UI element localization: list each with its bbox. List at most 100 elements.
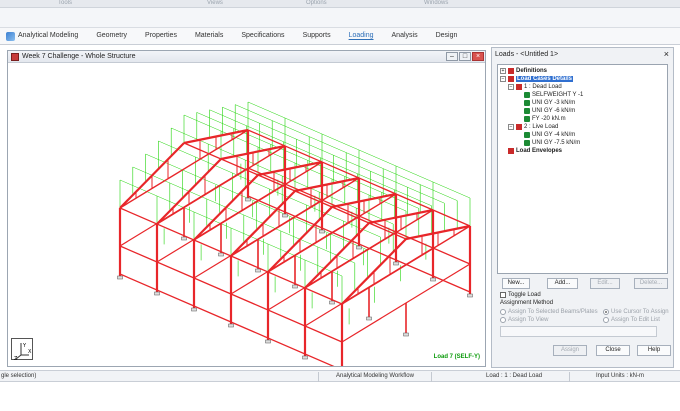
tab-properties[interactable]: Properties bbox=[136, 27, 186, 45]
support-node[interactable] bbox=[356, 245, 362, 250]
support-node[interactable] bbox=[282, 213, 288, 218]
active-load-label: Load 7 (SELF-Y) bbox=[433, 354, 480, 360]
tree-definitions[interactable]: + Definitions bbox=[500, 68, 547, 74]
tab-analysis[interactable]: Analysis bbox=[383, 27, 427, 45]
axis-triad: Y X Z bbox=[11, 338, 33, 362]
collapse-icon[interactable]: − bbox=[508, 84, 514, 90]
support-node[interactable] bbox=[329, 300, 335, 305]
use-cursor-radio[interactable]: Use Cursor To Assign bbox=[603, 309, 669, 315]
menu-windows[interactable]: Windows bbox=[424, 0, 448, 6]
assign-button[interactable]: Assign bbox=[553, 345, 587, 356]
new-button[interactable]: New... bbox=[502, 278, 530, 289]
support-node[interactable] bbox=[181, 236, 187, 241]
edit-button[interactable]: Edit... bbox=[590, 278, 620, 289]
tab-loading[interactable]: Loading bbox=[340, 27, 383, 45]
tree-case-live-load[interactable]: − 2 : Live Load bbox=[508, 124, 558, 130]
assign-edit-list-label: Assign To Edit List bbox=[611, 317, 660, 323]
support-node[interactable] bbox=[430, 277, 436, 282]
assign-edit-list-radio[interactable]: Assign To Edit List bbox=[603, 317, 660, 323]
tree-load-envelopes[interactable]: Load Envelopes bbox=[508, 148, 562, 154]
tree-load-item[interactable]: UNI GY -4 kN/m bbox=[524, 132, 575, 138]
support-node[interactable] bbox=[265, 339, 271, 344]
support-node[interactable] bbox=[292, 284, 298, 289]
expand-icon[interactable]: + bbox=[500, 68, 506, 74]
load-item-label: UNI GY -3 kN/m bbox=[532, 100, 576, 106]
collapse-icon[interactable]: − bbox=[508, 124, 514, 130]
radio-icon[interactable] bbox=[603, 309, 609, 315]
tree-load-item[interactable]: FY -20 kN.m bbox=[524, 116, 566, 122]
assign-selected-label: Assign To Selected Beams/Plates bbox=[508, 309, 598, 315]
load-item-icon bbox=[524, 116, 530, 122]
help-button[interactable]: Help bbox=[637, 345, 671, 356]
assign-view-radio[interactable]: Assign To View bbox=[500, 317, 548, 323]
tab-design[interactable]: Design bbox=[427, 27, 467, 45]
toggle-load-checkbox[interactable]: Toggle Load bbox=[500, 292, 541, 298]
assign-selected-radio[interactable]: Assign To Selected Beams/Plates bbox=[500, 309, 598, 315]
toggle-load-label: Toggle Load bbox=[508, 292, 541, 298]
tree-load-item[interactable]: UNI GY -7.5 kN/m bbox=[524, 140, 580, 146]
add-button[interactable]: Add... bbox=[547, 278, 578, 289]
tab-materials[interactable]: Materials bbox=[186, 27, 232, 45]
support-node[interactable] bbox=[228, 323, 234, 328]
radio-icon[interactable] bbox=[603, 317, 609, 323]
support-node[interactable] bbox=[366, 316, 372, 321]
status-bar: gle selection) Analytical Modeling Workf… bbox=[0, 370, 680, 382]
support-node[interactable] bbox=[245, 197, 251, 202]
load-item-icon bbox=[524, 92, 530, 98]
tree-load-cases-label: Load Cases Details bbox=[516, 76, 574, 82]
folder-icon bbox=[508, 68, 514, 74]
tree-load-item[interactable]: SELFWEIGHT Y -1 bbox=[524, 92, 583, 98]
support-node[interactable] bbox=[218, 252, 224, 257]
edit-list-field[interactable] bbox=[500, 326, 657, 337]
axis-z-label: Z bbox=[14, 356, 18, 361]
load-tree[interactable]: + Definitions − Load Cases Details − 1 :… bbox=[497, 64, 668, 274]
loads-panel-title: Loads - <Untitled 1> bbox=[495, 50, 559, 58]
tree-case2-label: 2 : Live Load bbox=[524, 124, 559, 130]
load-item-icon bbox=[524, 132, 530, 138]
assignment-method-label: Assignment Method bbox=[500, 300, 554, 306]
collapse-icon[interactable]: − bbox=[500, 76, 506, 82]
tree-load-item[interactable]: UNI GY -3 kN/m bbox=[524, 100, 575, 106]
structure-viewport[interactable] bbox=[8, 63, 485, 366]
support-node[interactable] bbox=[191, 307, 197, 312]
menu-tools[interactable]: Tools bbox=[58, 0, 72, 6]
menu-views[interactable]: Views bbox=[207, 0, 223, 6]
load-line[interactable] bbox=[222, 106, 445, 204]
ribbon-tabs: Analytical Modeling Geometry Properties … bbox=[0, 27, 680, 45]
support-node[interactable] bbox=[403, 332, 409, 337]
load-item-label: UNI GY -6 kN/m bbox=[532, 108, 576, 114]
document-icon bbox=[11, 52, 19, 61]
support-node[interactable] bbox=[255, 268, 261, 273]
tree-load-item[interactable]: UNI GY -6 kN/m bbox=[524, 108, 575, 114]
maximize-button[interactable]: □ bbox=[459, 52, 471, 61]
axis-x-label: X bbox=[28, 349, 32, 355]
support-node[interactable] bbox=[467, 293, 473, 298]
close-button[interactable]: Close bbox=[596, 345, 630, 356]
support-node[interactable] bbox=[154, 291, 160, 296]
support-node[interactable] bbox=[302, 355, 308, 360]
structure-window: Week 7 Challenge - Whole Structure – □ ×… bbox=[7, 50, 486, 367]
support-node[interactable] bbox=[319, 229, 325, 234]
tree-case-dead-load[interactable]: − 1 : Dead Load bbox=[508, 84, 562, 90]
load-item-icon bbox=[524, 108, 530, 114]
use-cursor-label: Use Cursor To Assign bbox=[611, 309, 669, 315]
tab-geometry[interactable]: Geometry bbox=[87, 27, 136, 45]
delete-button[interactable]: Delete... bbox=[634, 278, 668, 289]
tab-analytical-modeling[interactable]: Analytical Modeling bbox=[0, 27, 87, 45]
checkbox-icon[interactable] bbox=[500, 292, 506, 298]
menu-options[interactable]: Options bbox=[306, 0, 327, 6]
status-workflow: Analytical Modeling Workflow bbox=[336, 373, 414, 379]
tree-definitions-label: Definitions bbox=[516, 68, 547, 74]
close-window-button[interactable]: × bbox=[472, 52, 484, 61]
structure-window-titlebar: Week 7 Challenge - Whole Structure – □ × bbox=[8, 51, 485, 63]
tree-load-cases-details[interactable]: − Load Cases Details bbox=[500, 76, 574, 82]
radio-icon[interactable] bbox=[500, 317, 506, 323]
support-node[interactable] bbox=[393, 261, 399, 266]
radio-icon[interactable] bbox=[500, 309, 506, 315]
load-item-label: FY -20 kN.m bbox=[532, 116, 566, 122]
tab-supports[interactable]: Supports bbox=[294, 27, 340, 45]
support-node[interactable] bbox=[117, 275, 123, 280]
tab-specifications[interactable]: Specifications bbox=[232, 27, 293, 45]
minimize-button[interactable]: – bbox=[446, 52, 458, 61]
close-icon[interactable]: × bbox=[664, 49, 669, 59]
